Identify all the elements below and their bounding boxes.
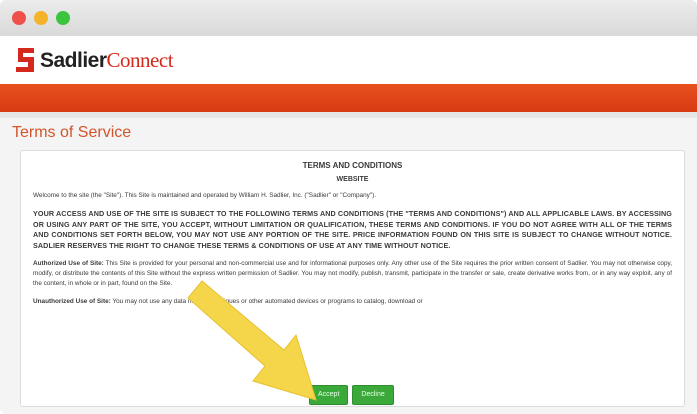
unauthorized-use-label: Unauthorized Use of Site: <box>33 298 111 305</box>
site-header: SadlierConnect <box>0 36 697 84</box>
brand-name-part2: Connect <box>106 48 174 72</box>
maximize-window-button[interactable] <box>56 11 70 25</box>
authorized-use-label: Authorized Use of Site: <box>33 260 104 267</box>
brand-logo[interactable]: SadlierConnect <box>40 48 174 73</box>
window-titlebar <box>0 0 697 36</box>
authorized-use-text: This Site is provided for your personal … <box>33 260 672 287</box>
terms-actions: Accept Decline <box>309 383 398 405</box>
unauthorized-use-text: You may not use any data mining techniqu… <box>112 298 423 305</box>
decline-button[interactable]: Decline <box>352 385 394 405</box>
nav-subbar <box>0 112 697 118</box>
terms-panel[interactable]: TERMS AND CONDITIONS WEBSITE Welcome to … <box>20 150 685 407</box>
minimize-window-button[interactable] <box>34 11 48 25</box>
page-title: Terms of Service <box>12 124 132 141</box>
sadlier-logo-icon <box>16 48 34 72</box>
authorized-use-paragraph: Authorized Use of Site: This Site is pro… <box>21 259 684 289</box>
accept-button[interactable]: Accept <box>309 385 349 405</box>
nav-bar <box>0 84 697 112</box>
terms-intro: Welcome to the site (the "Site"). This S… <box>33 192 376 199</box>
terms-subheading: WEBSITE <box>336 176 369 183</box>
browser-window: SadlierConnect Terms of Service TERMS AN… <box>0 0 697 414</box>
close-window-button[interactable] <box>12 11 26 25</box>
unauthorized-use-paragraph: Unauthorized Use of Site: You may not us… <box>21 297 684 307</box>
terms-heading: TERMS AND CONDITIONS <box>302 161 403 170</box>
brand-name-part1: Sadlier <box>40 49 107 72</box>
terms-caps-paragraph: YOUR ACCESS AND USE OF THE SITE IS SUBJE… <box>33 209 672 250</box>
